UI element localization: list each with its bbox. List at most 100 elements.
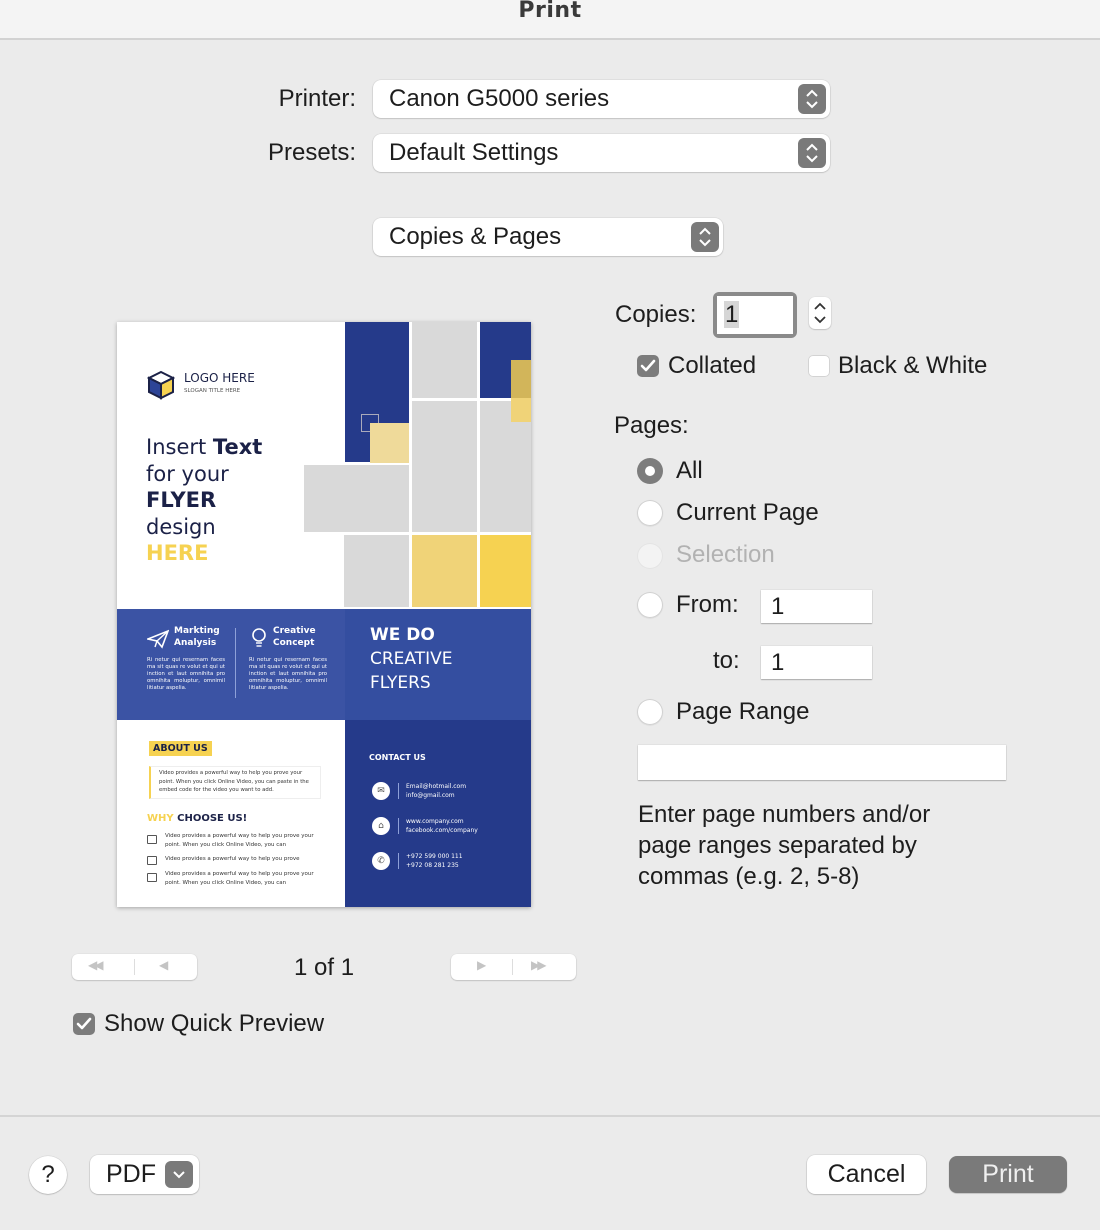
page-indicator: 1 of 1 xyxy=(294,954,355,981)
collated-checkbox[interactable] xyxy=(637,355,659,377)
contact-divider xyxy=(398,818,399,834)
black-white-checkbox[interactable] xyxy=(808,355,830,377)
contact-band xyxy=(345,720,531,907)
headline-line4: design xyxy=(146,514,216,539)
feature-title: Markting Analysis xyxy=(174,625,220,649)
help-line: page ranges separated by xyxy=(638,832,917,859)
show-quick-preview-checkbox[interactable] xyxy=(73,1013,95,1035)
pages-selection-label: Selection xyxy=(676,541,775,568)
presets-label: Presets: xyxy=(267,139,356,166)
first-page-icon[interactable]: ◀◀ xyxy=(88,958,104,972)
contact-title: CONTACT US xyxy=(369,753,426,762)
print-label: Print xyxy=(982,1160,1034,1188)
headline-line5: HERE xyxy=(146,541,209,565)
section-value: Copies & Pages xyxy=(389,223,562,250)
next-page-icon[interactable]: ▶ xyxy=(477,958,486,972)
copies-input[interactable]: 1 xyxy=(717,296,793,334)
presets-value: Default Settings xyxy=(389,139,559,166)
printer-label: Printer: xyxy=(278,85,356,112)
pages-current-radio[interactable] xyxy=(637,500,663,526)
presets-select[interactable]: Default Settings xyxy=(373,134,830,172)
contact-divider xyxy=(398,783,399,799)
pages-current-label: Current Page xyxy=(676,499,819,526)
email-icon: ✉ xyxy=(372,782,390,800)
contact-divider xyxy=(398,853,399,869)
cube-logo-icon xyxy=(146,370,176,400)
home-icon: ⌂ xyxy=(372,817,390,835)
from-input[interactable]: 1 xyxy=(761,590,872,623)
help-icon: ? xyxy=(41,1161,55,1188)
mosaic-block xyxy=(511,401,531,422)
window-title: Print xyxy=(518,0,582,23)
to-value: 1 xyxy=(771,648,785,676)
mosaic-block xyxy=(412,322,477,398)
contact-line1: Email@hotmail.com xyxy=(406,783,467,790)
up-down-chevron-icon xyxy=(798,84,826,114)
collated-label: Collated xyxy=(668,352,757,379)
cancel-button[interactable]: Cancel xyxy=(807,1155,926,1194)
headline-line3: FLYER xyxy=(146,488,217,512)
why-item: Video provides a powerful way to help yo… xyxy=(147,856,327,870)
checkbox-icon xyxy=(147,835,157,844)
print-button[interactable]: Print xyxy=(949,1156,1067,1193)
footer-divider xyxy=(0,1115,1100,1117)
printer-value: Canon G5000 series xyxy=(389,85,610,112)
headline-line2: for your xyxy=(146,461,229,486)
pages-from-radio[interactable] xyxy=(637,592,663,618)
mosaic-block xyxy=(344,535,409,607)
to-label: to: xyxy=(713,647,740,674)
pages-all-radio[interactable] xyxy=(637,458,663,484)
contact-line2: facebook.com/company xyxy=(406,827,478,834)
pages-all-label: All xyxy=(676,457,703,484)
nav-separator xyxy=(512,959,513,975)
pages-selection-radio xyxy=(637,543,663,569)
contact-line1: +972 599 000 111 xyxy=(406,853,463,860)
chevron-down-icon xyxy=(165,1161,193,1188)
flyer-slogan: WE DO CREATIVE FLYERS xyxy=(370,623,453,695)
page-range-input[interactable] xyxy=(638,745,1006,780)
why-item-text: Video provides a powerful way to help yo… xyxy=(165,871,314,886)
nav-separator xyxy=(134,959,135,975)
flyer-logo-title: LOGO HERE xyxy=(184,371,255,385)
previous-page-icon[interactable]: ◀ xyxy=(159,958,168,972)
flyer-logo-slogan: SLOGAN TITLE HERE xyxy=(184,388,241,394)
preview-back-buttons: ◀◀ ◀ xyxy=(72,954,197,980)
copies-stepper[interactable] xyxy=(809,297,831,329)
copies-label: Copies: xyxy=(615,301,697,328)
contact-row: Email@hotmail.com info@gmail.com xyxy=(406,782,466,800)
contact-line1: www.company.com xyxy=(406,818,464,825)
slogan-line1: WE DO xyxy=(370,625,435,645)
stepper-arrows-icon xyxy=(814,302,826,324)
checkmark-icon xyxy=(76,1017,92,1030)
contact-row: www.company.com facebook.com/company xyxy=(406,817,478,835)
pages-range-radio[interactable] xyxy=(637,699,663,725)
contact-row: +972 599 000 111 +972 08 281 235 xyxy=(406,852,463,870)
why-title-main: CHOOSE US! xyxy=(177,813,248,824)
last-page-icon[interactable]: ▶▶ xyxy=(531,958,547,972)
mosaic-block xyxy=(511,360,531,398)
mosaic-block xyxy=(480,535,531,607)
lightbulb-icon xyxy=(251,627,267,649)
to-input[interactable]: 1 xyxy=(761,646,872,679)
feature-title-line1: Markting xyxy=(174,626,220,636)
paper-plane-icon xyxy=(145,629,170,649)
pages-from-label: From: xyxy=(676,591,739,618)
slogan-line3: FLYERS xyxy=(370,673,431,693)
help-button[interactable]: ? xyxy=(29,1156,67,1194)
why-item: Video provides a powerful way to help yo… xyxy=(147,832,327,856)
pdf-menu-button[interactable]: PDF xyxy=(90,1155,199,1194)
slogan-line2: CREATIVE xyxy=(370,649,453,669)
show-quick-preview-label: Show Quick Preview xyxy=(104,1010,325,1037)
black-white-label: Black & White xyxy=(838,352,988,379)
printer-select[interactable]: Canon G5000 series xyxy=(373,80,830,118)
print-preview-page: LOGO HERE SLOGAN TITLE HERE Insert Text … xyxy=(117,322,531,907)
title-bar: Print xyxy=(0,0,1100,40)
why-title: WHY CHOOSE US! xyxy=(147,813,247,824)
phone-icon: ✆ xyxy=(372,852,390,870)
section-select[interactable]: Copies & Pages xyxy=(373,218,723,256)
cancel-label: Cancel xyxy=(827,1160,906,1188)
page-range-help: Enter page numbers and/or page ranges se… xyxy=(638,799,930,892)
from-value: 1 xyxy=(771,592,785,620)
headline-line1-bold: Text xyxy=(212,435,263,459)
feature-body: Ri netur qui resernam faces ma sit quas … xyxy=(147,657,225,691)
